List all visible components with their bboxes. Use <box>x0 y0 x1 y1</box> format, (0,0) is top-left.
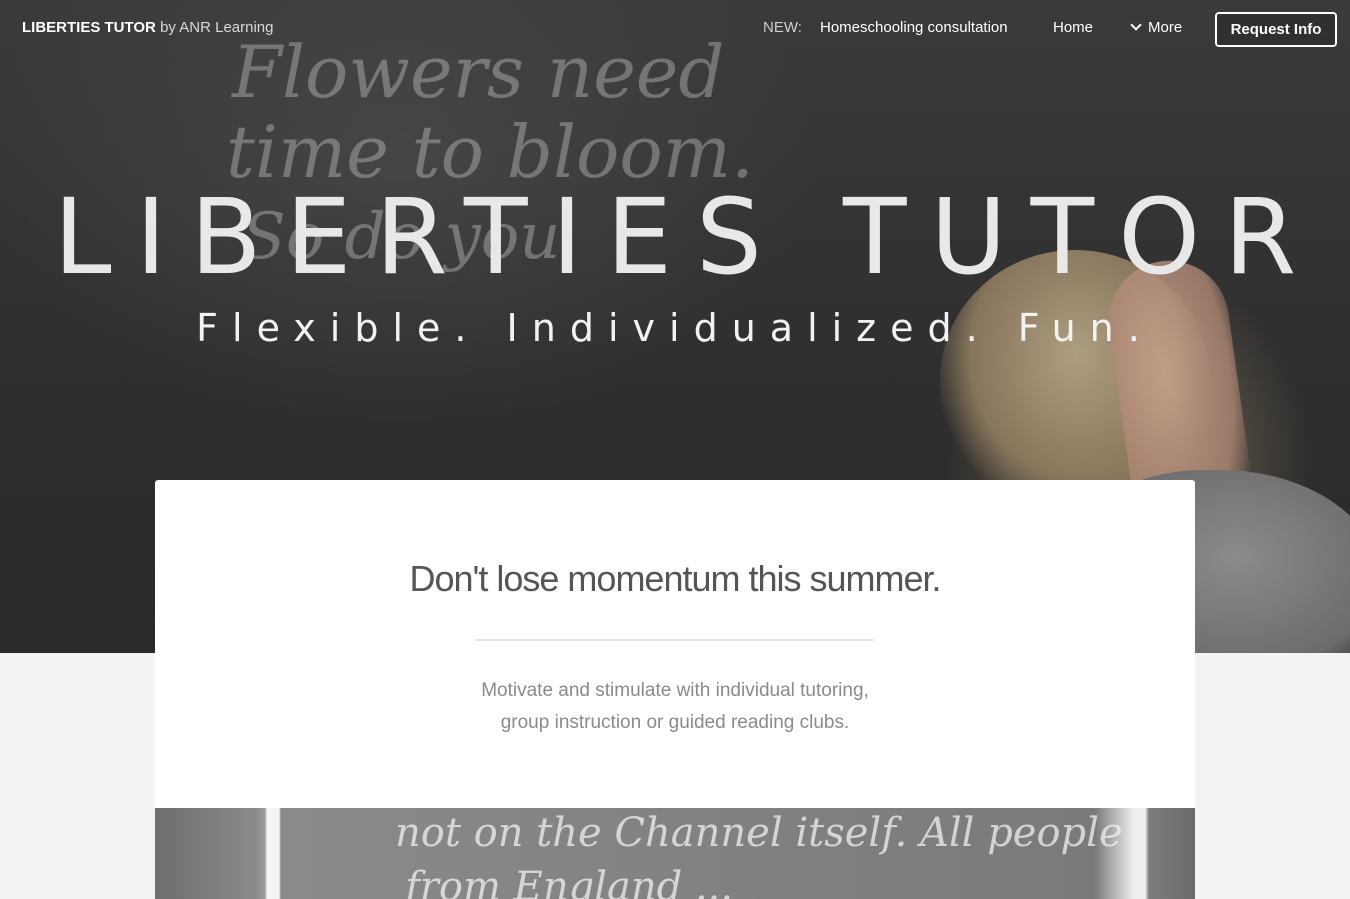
card-body-text: Motivate and stimulate with individual t… <box>155 675 1195 739</box>
card-body-line-1: Motivate and stimulate with individual t… <box>481 680 869 701</box>
card-body-line-2: group instruction or guided reading club… <box>500 712 850 733</box>
card-heading: Don't lose momentum this summer. <box>409 558 941 599</box>
nav-link-homeschooling-consultation[interactable]: Homeschooling consultation <box>820 19 1008 36</box>
chevron-down-icon <box>1130 19 1142 31</box>
hero-subtitle: Flexible. Individualized. Fun. <box>196 306 1154 350</box>
image-chalk-line-2: from England ... <box>405 864 734 899</box>
chalkboard-image: not on the Channel itself. All people fr… <box>155 808 1195 899</box>
nav-link-home[interactable]: Home <box>1053 19 1093 36</box>
intro-card: Don't lose momentum this summer. Motivat… <box>155 480 1195 899</box>
top-navigation: LIBERTIES TUTOR by ANR Learning NEW: Hom… <box>0 0 1350 58</box>
image-chalk-line-1: not on the Channel itself. All people <box>395 810 1123 856</box>
hero-title: LIBERTIES TUTOR <box>53 176 1321 298</box>
request-info-button[interactable]: Request Info <box>1215 12 1337 47</box>
site-brand[interactable]: LIBERTIES TUTOR by ANR Learning <box>22 19 273 36</box>
brand-name: LIBERTIES TUTOR <box>22 19 156 36</box>
card-divider <box>476 639 874 641</box>
nav-more-label: More <box>1148 19 1183 36</box>
brand-suffix: by ANR Learning <box>160 19 274 36</box>
nav-more-dropdown[interactable]: More <box>1130 19 1183 36</box>
nav-new-label: NEW: <box>763 19 802 36</box>
